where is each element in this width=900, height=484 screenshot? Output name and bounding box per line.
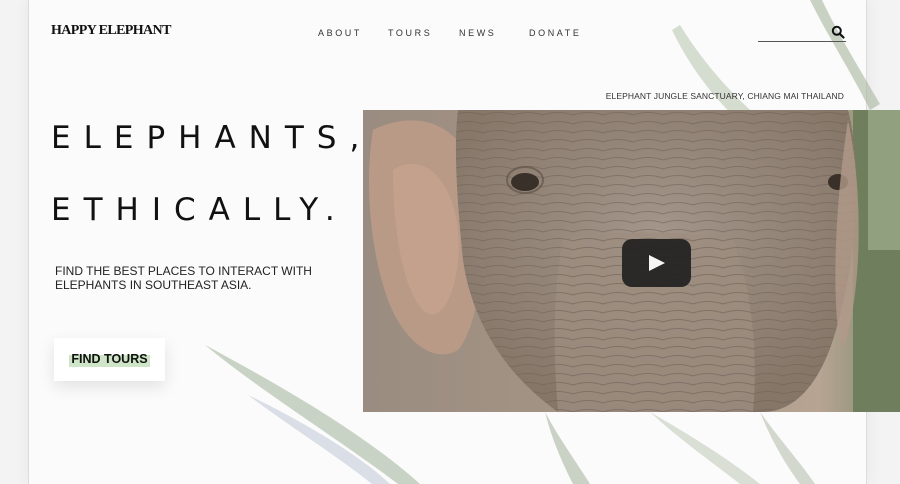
play-button[interactable] <box>622 239 691 287</box>
photo-caption: ELEPHANT JUNGLE SANCTUARY, CHIANG MAI TH… <box>605 91 844 101</box>
nav-news[interactable]: NEWS <box>459 28 496 38</box>
cta-label: FIND TOURS <box>71 352 148 366</box>
nav-donate[interactable]: DONATE <box>529 28 581 38</box>
nav-about[interactable]: ABOUT <box>318 28 362 38</box>
hero-subtitle: FIND THE BEST PLACES TO INTERACT WITH EL… <box>55 264 312 292</box>
search-input[interactable] <box>758 41 846 42</box>
headline-line-2: ETHICALLY. <box>51 192 348 228</box>
play-icon <box>649 255 665 271</box>
headline-line-1: ELEPHANTS, <box>51 120 373 156</box>
find-tours-button[interactable]: FIND TOURS <box>54 338 165 381</box>
main-nav: ABOUT TOURS NEWS DONATE <box>0 28 900 42</box>
search-icon[interactable] <box>831 25 845 39</box>
nav-tours[interactable]: TOURS <box>388 28 432 38</box>
